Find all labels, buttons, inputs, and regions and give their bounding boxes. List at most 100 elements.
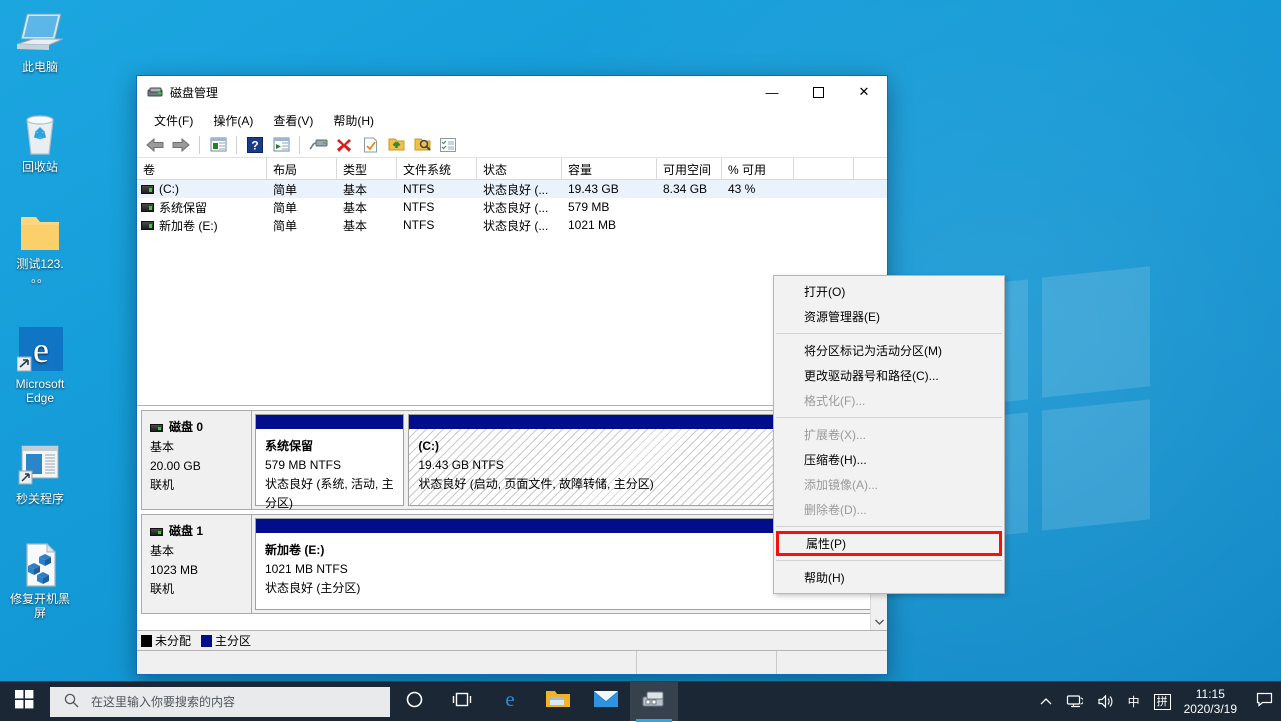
column-header[interactable]: 状态: [477, 158, 562, 179]
clock-date: 2020/3/19: [1184, 702, 1237, 717]
disk-name: 磁盘 1: [169, 522, 203, 541]
partition-block[interactable]: 系统保留579 MB NTFS状态良好 (系统, 活动, 主分区): [255, 414, 404, 506]
disk-icon: [150, 528, 163, 536]
volume-name: 新加卷 (E:): [159, 217, 218, 234]
column-header[interactable]: 可用空间: [657, 158, 722, 179]
volume-list-rows: (C:)简单基本NTFS状态良好 (...19.43 GB8.34 GB43 %…: [137, 180, 887, 234]
desktop: 此电脑 回收站 测试123.。。 e: [0, 0, 1281, 721]
desktop-icon-edge[interactable]: e MicrosoftEdge: [3, 325, 77, 405]
maximize-button[interactable]: [795, 77, 841, 108]
context-menu-item[interactable]: 资源管理器(E): [774, 304, 1004, 329]
disk-row[interactable]: 磁盘 1基本1023 MB联机新加卷 (E:)1021 MB NTFS状态良好 …: [141, 514, 881, 614]
help-icon[interactable]: ?: [243, 134, 267, 156]
menu-bar: 文件(F) 操作(A) 查看(V) 帮助(H): [137, 108, 887, 132]
volume-row[interactable]: 新加卷 (E:)简单基本NTFS状态良好 (...1021 MB: [137, 216, 887, 234]
desktop-icon-quick-close[interactable]: 秒关程序: [3, 440, 77, 506]
volume-icon: [141, 203, 154, 212]
volume-cell-layout: 简单: [267, 217, 337, 234]
volume-icon[interactable]: [1090, 682, 1121, 722]
minimize-button[interactable]: —: [749, 77, 795, 108]
column-header[interactable]: 文件系统: [397, 158, 477, 179]
list-view-icon[interactable]: [206, 134, 230, 156]
column-header[interactable]: 容量: [562, 158, 657, 179]
close-button[interactable]: ✕: [841, 77, 887, 108]
search-folder-icon[interactable]: [410, 134, 434, 156]
properties-icon[interactable]: [269, 134, 293, 156]
status-section-2: [637, 651, 777, 674]
disk-info[interactable]: 磁盘 0基本20.00 GB联机: [142, 411, 252, 509]
connect-disk-icon[interactable]: [306, 134, 330, 156]
search-input[interactable]: 在这里输入你要搜索的内容: [50, 687, 390, 717]
volume-name: (C:): [159, 182, 179, 196]
start-button[interactable]: [0, 682, 48, 722]
taskbar: 在这里输入你要搜索的内容 e: [0, 681, 1281, 721]
partition-status: 状态良好 (系统, 活动, 主分区): [265, 477, 394, 510]
system-tray: 中 拼 11:15 2020/3/19: [1033, 682, 1281, 722]
back-arrow-icon[interactable]: [143, 134, 167, 156]
partition-status: 状态良好 (主分区): [265, 581, 360, 595]
menu-help[interactable]: 帮助(H): [324, 109, 383, 132]
window-titlebar[interactable]: 磁盘管理 — ✕: [137, 76, 887, 108]
context-menu-item: 添加镜像(A)...: [774, 472, 1004, 497]
menu-file[interactable]: 文件(F): [145, 109, 202, 132]
column-header[interactable]: [794, 158, 854, 179]
context-menu-item[interactable]: 打开(O): [774, 279, 1004, 304]
folder-up-icon[interactable]: [384, 134, 408, 156]
speech-bubble-icon: [1256, 692, 1273, 712]
detail-list-icon[interactable]: [436, 134, 460, 156]
column-header[interactable]: 卷: [137, 158, 267, 179]
menu-action[interactable]: 操作(A): [204, 109, 262, 132]
desktop-icon-recycle-bin[interactable]: 回收站: [3, 108, 77, 174]
desktop-icon-label: 修复开机黑屏: [3, 592, 77, 620]
disk-name: 磁盘 0: [169, 418, 203, 437]
desktop-icon-folder-test[interactable]: 测试123.。。: [3, 205, 77, 285]
context-menu-item[interactable]: 压缩卷(H)...: [774, 447, 1004, 472]
svg-text:e: e: [505, 687, 514, 711]
desktop-icon-label: 此电脑: [3, 60, 77, 74]
legend-label: 未分配: [155, 632, 191, 649]
delete-red-x-icon[interactable]: [332, 134, 356, 156]
column-header[interactable]: 布局: [267, 158, 337, 179]
disk-size: 1023 MB: [150, 561, 251, 580]
ime-pinyin-glyph: 拼: [1154, 694, 1171, 710]
taskbar-task-view-button[interactable]: [438, 682, 486, 722]
volume-row[interactable]: (C:)简单基本NTFS状态良好 (...19.43 GB8.34 GB43 %: [137, 180, 887, 198]
toolbar-separator: [199, 136, 200, 154]
taskbar-cortana-button[interactable]: [390, 682, 438, 722]
desktop-icon-label: 测试123.。。: [3, 257, 77, 285]
forward-arrow-icon[interactable]: [169, 134, 193, 156]
taskbar-mail-button[interactable]: [582, 682, 630, 722]
desktop-icon-this-pc[interactable]: 此电脑: [3, 8, 77, 74]
checkmark-doc-icon[interactable]: [358, 134, 382, 156]
volume-cell-type: 基本: [337, 199, 397, 216]
context-menu-item[interactable]: 属性(P): [776, 531, 1002, 556]
taskbar-file-explorer-button[interactable]: [534, 682, 582, 722]
disk-row[interactable]: 磁盘 0基本20.00 GB联机系统保留579 MB NTFS状态良好 (系统,…: [141, 410, 881, 510]
ime-mode-indicator[interactable]: 中: [1121, 682, 1147, 722]
legend-entry: 主分区: [201, 632, 251, 649]
context-menu-item: 格式化(F)...: [774, 388, 1004, 413]
ime-pinyin-indicator[interactable]: 拼: [1147, 682, 1178, 722]
clock[interactable]: 11:15 2020/3/19: [1178, 687, 1247, 717]
disk-info[interactable]: 磁盘 1基本1023 MB联机: [142, 515, 252, 613]
folder-icon: [545, 688, 571, 715]
scroll-down-arrow-icon[interactable]: [871, 613, 887, 630]
network-icon[interactable]: [1059, 682, 1090, 722]
document-cubes-icon: [3, 540, 77, 588]
show-hidden-icons-button[interactable]: [1033, 682, 1059, 722]
partition-legend: 未分配主分区: [137, 630, 887, 650]
desktop-icon-label: MicrosoftEdge: [3, 377, 77, 405]
taskbar-disk-management-button[interactable]: [630, 682, 678, 722]
menu-view[interactable]: 查看(V): [264, 109, 322, 132]
desktop-icon-fix-blackscreen[interactable]: 修复开机黑屏: [3, 540, 77, 620]
action-center-button[interactable]: [1247, 682, 1281, 722]
disk-management-window: 磁盘管理 — ✕ 文件(F) 操作(A) 查看(V) 帮助(H): [136, 75, 888, 675]
column-header[interactable]: 类型: [337, 158, 397, 179]
taskbar-edge-button[interactable]: e: [486, 682, 534, 722]
context-menu-item[interactable]: 更改驱动器号和路径(C)...: [774, 363, 1004, 388]
disk-header: 磁盘 0: [150, 418, 251, 437]
context-menu-item[interactable]: 将分区标记为活动分区(M): [774, 338, 1004, 363]
volume-row[interactable]: 系统保留简单基本NTFS状态良好 (...579 MB: [137, 198, 887, 216]
context-menu-item[interactable]: 帮助(H): [774, 565, 1004, 590]
column-header[interactable]: % 可用: [722, 158, 794, 179]
